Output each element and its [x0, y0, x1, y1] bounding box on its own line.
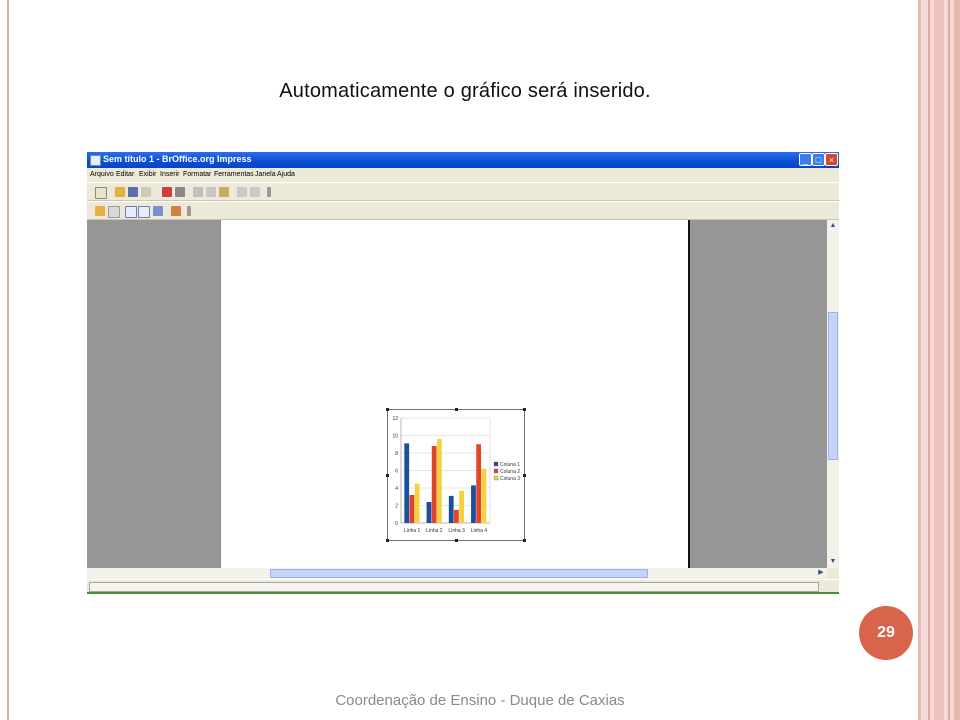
menu-arquivo[interactable]: Arquivo	[90, 171, 114, 178]
workspace: 0 2 4 6 8 10 12 Linha 1 Linha 2 Linha 3 Linha 4 Col…	[87, 220, 827, 568]
border-stripe	[934, 0, 944, 720]
bar	[404, 443, 410, 523]
left-border-line	[7, 0, 9, 720]
impress-window: Sem título 1 - BrOffice.org Impress _ □ …	[87, 152, 839, 594]
vertical-scrollbar[interactable]: ▲ ▼	[827, 220, 839, 568]
menu-inserir[interactable]: Inserir	[160, 171, 179, 178]
y-tick-label: 12	[392, 416, 398, 422]
scroll-down-icon[interactable]: ▼	[828, 557, 838, 567]
email-icon[interactable]	[141, 187, 151, 197]
export-pdf-icon[interactable]	[162, 187, 172, 197]
y-tick-label: 6	[395, 468, 398, 474]
selection-handle[interactable]	[386, 408, 389, 411]
vertical-scroll-thumb[interactable]	[828, 312, 838, 460]
menu-editar[interactable]: Editar	[116, 171, 134, 178]
redo-icon[interactable]	[250, 187, 260, 197]
menu-formatar[interactable]: Formatar	[183, 171, 211, 178]
bar	[481, 468, 487, 523]
legend-swatch	[493, 461, 499, 467]
selection-handle[interactable]	[455, 539, 458, 542]
border-stripe	[954, 0, 960, 720]
toolbar-overflow-icon[interactable]	[267, 187, 271, 197]
bar	[409, 495, 415, 523]
bar	[476, 444, 482, 523]
minimize-button[interactable]: _	[799, 153, 812, 166]
save-icon[interactable]	[128, 187, 138, 197]
menu-bar: Arquivo Editar Exibir Inserir Formatar F…	[87, 168, 839, 182]
slide-title: Automaticamente o gráfico será inserido.	[279, 80, 651, 102]
selection-handle[interactable]	[455, 408, 458, 411]
paste-icon[interactable]	[219, 187, 229, 197]
new-document-icon[interactable]	[95, 187, 107, 199]
y-tick-label: 8	[395, 451, 398, 457]
print-icon[interactable]	[175, 187, 185, 197]
border-stripe	[918, 0, 921, 720]
slide-layout-icon[interactable]	[108, 206, 120, 218]
legend-swatch	[493, 475, 499, 481]
legend-label: Coluna 2	[500, 469, 520, 475]
y-tick-label: 2	[395, 503, 398, 509]
x-tick-label: Linha 1	[404, 528, 421, 534]
legend-label: Coluna 1	[500, 462, 520, 468]
cut-icon[interactable]	[193, 187, 203, 197]
footer-text: Coordenação de Ensino - Duque de Caxias	[335, 692, 625, 709]
taskbar-strip	[87, 592, 839, 594]
bar	[436, 439, 442, 523]
status-field	[89, 582, 819, 592]
copy-icon[interactable]	[206, 187, 216, 197]
legend-label: Coluna 3	[500, 476, 520, 482]
menu-janela[interactable]: Janela	[255, 171, 276, 178]
bar	[426, 502, 432, 523]
bar	[471, 485, 476, 523]
y-tick-label: 4	[395, 486, 398, 492]
window-title: Sem título 1 - BrOffice.org Impress	[103, 154, 252, 164]
standard-toolbar	[87, 182, 839, 201]
x-tick-label: Linha 3	[448, 528, 465, 534]
bar	[454, 509, 459, 523]
page-number-badge: 29	[859, 606, 913, 660]
y-tick-label: 10	[392, 433, 398, 439]
bar	[431, 446, 437, 523]
presentation-toolbar	[87, 201, 839, 220]
x-tick-label: Linha 2	[426, 528, 443, 534]
right-decorative-border	[918, 0, 960, 720]
y-tick-label: 0	[395, 521, 398, 527]
selection-handle[interactable]	[386, 474, 389, 477]
horizontal-scroll-thumb[interactable]	[270, 569, 648, 578]
selection-handle[interactable]	[523, 539, 526, 542]
undo-icon[interactable]	[237, 187, 247, 197]
bar	[414, 483, 420, 523]
close-button[interactable]: ×	[825, 153, 838, 166]
menu-exibir[interactable]: Exibir	[139, 171, 157, 178]
slide-view-icon[interactable]	[125, 206, 137, 218]
x-tick-label: Linha 4	[471, 528, 488, 534]
menu-ferramentas[interactable]: Ferramentas	[214, 171, 254, 178]
outline-view-icon[interactable]	[138, 206, 150, 218]
scroll-up-icon[interactable]: ▲	[828, 221, 838, 231]
maximize-button[interactable]: □	[812, 153, 825, 166]
toolbar-overflow-icon[interactable]	[187, 206, 191, 216]
custom-animation-icon[interactable]	[171, 206, 181, 216]
border-stripe	[928, 0, 930, 720]
legend-swatch	[493, 468, 499, 474]
chart-object[interactable]: 0 2 4 6 8 10 12 Linha 1 Linha 2 Linha 3 Linha 4 Col…	[387, 409, 525, 541]
selection-handle[interactable]	[523, 408, 526, 411]
border-stripe	[948, 0, 950, 720]
document-icon	[90, 155, 101, 166]
slide-design-icon[interactable]	[95, 206, 105, 216]
slide-show-icon[interactable]	[153, 206, 163, 216]
selection-handle[interactable]	[523, 474, 526, 477]
bar	[448, 495, 454, 523]
open-folder-icon[interactable]	[115, 187, 125, 197]
menu-ajuda[interactable]: Ajuda	[277, 171, 295, 178]
selection-handle[interactable]	[386, 539, 389, 542]
bar-chart: 0 2 4 6 8 10 12 Linha 1 Linha 2 Linha 3 Linha 4 Col…	[392, 416, 520, 534]
bar	[459, 490, 465, 523]
horizontal-scrollbar[interactable]: ▶	[87, 568, 827, 579]
left-decorative-border	[0, 0, 10, 720]
window-titlebar[interactable]: Sem título 1 - BrOffice.org Impress _ □ …	[87, 152, 839, 168]
scroll-right-icon[interactable]: ▶	[816, 568, 826, 578]
